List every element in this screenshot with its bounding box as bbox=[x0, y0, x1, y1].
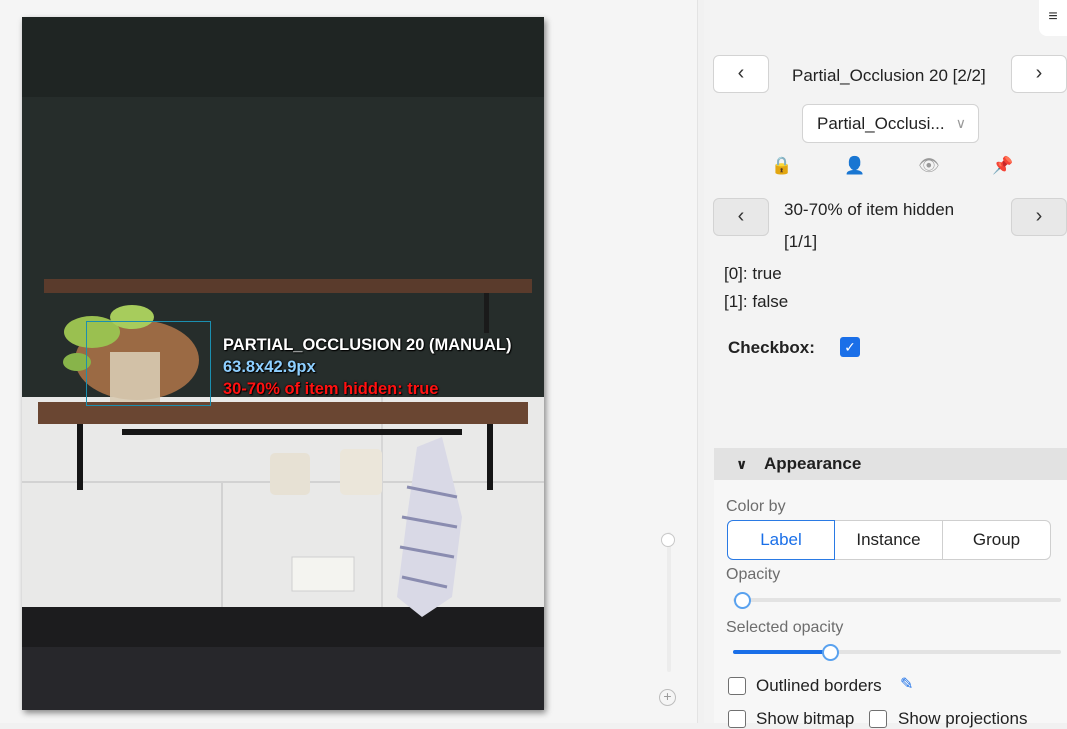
object-name: Partial_Occlusion 20 bbox=[792, 66, 948, 85]
color-by-label-button[interactable]: Label bbox=[727, 520, 835, 560]
pin-icon[interactable]: 📌 bbox=[992, 156, 1013, 176]
eye-icon[interactable]: 👁 bbox=[918, 156, 940, 176]
prev-attribute-button[interactable]: ‹ bbox=[713, 198, 769, 236]
bbox-label-title: PARTIAL_OCCLUSION 20 (MANUAL) bbox=[223, 336, 512, 354]
lock-icon[interactable]: 🔒 bbox=[771, 156, 792, 176]
attribute-value-0[interactable]: [0]: true bbox=[724, 264, 782, 284]
zoom-slider-track[interactable] bbox=[667, 532, 671, 672]
value-index: [1] bbox=[724, 292, 743, 311]
color-by-instance-button[interactable]: Instance bbox=[834, 520, 943, 560]
show-projections-label: Show projections bbox=[898, 709, 1028, 728]
zoom-in-icon[interactable]: + bbox=[659, 689, 676, 706]
show-bitmap-checkbox[interactable] bbox=[728, 710, 746, 728]
attribute-name: 30-70% of item hidden [1/1] bbox=[784, 194, 954, 258]
annotated-image[interactable]: PARTIAL_OCCLUSION 20 (MANUAL) 63.8x42.9p… bbox=[22, 17, 544, 710]
chevron-down-icon: ∨ bbox=[736, 456, 748, 472]
opacity-slider-handle[interactable] bbox=[734, 592, 751, 609]
value-text: : true bbox=[742, 264, 782, 283]
next-object-button[interactable]: › bbox=[1011, 55, 1067, 93]
label-select-value: Partial_Occlusi... bbox=[817, 114, 945, 133]
bounding-box[interactable] bbox=[86, 321, 211, 406]
opacity-label: Opacity bbox=[726, 566, 781, 583]
outlined-borders-label: Outlined borders bbox=[756, 676, 882, 695]
prev-object-button[interactable]: ‹ bbox=[713, 55, 769, 93]
selected-opacity-slider-fill bbox=[733, 650, 831, 654]
next-attribute-button[interactable]: › bbox=[1011, 198, 1067, 236]
bbox-label: PARTIAL_OCCLUSION 20 (MANUAL) 63.8x42.9p… bbox=[223, 334, 511, 400]
attribute-title: 30-70% of item hidden bbox=[784, 200, 955, 219]
label-select[interactable]: Partial_Occlusi... ∨ bbox=[802, 104, 979, 143]
object-sidebar: ≡ ‹ Partial_Occlusion 20 [2/2] › Partial… bbox=[704, 0, 1067, 728]
selected-opacity-slider-handle[interactable] bbox=[822, 644, 839, 661]
selected-opacity-label: Selected opacity bbox=[726, 619, 844, 636]
show-bitmap-label: Show bitmap bbox=[756, 709, 855, 728]
show-projections-checkbox[interactable] bbox=[869, 710, 887, 728]
chevron-down-icon: ∨ bbox=[955, 115, 966, 131]
color-by-label: Color by bbox=[726, 498, 786, 515]
color-by-group-button[interactable]: Group bbox=[942, 520, 1051, 560]
object-index: [2/2] bbox=[952, 66, 986, 85]
value-text: : false bbox=[742, 292, 789, 311]
color-picker-icon[interactable]: ✎ bbox=[900, 674, 913, 694]
attribute-index: [1/1] bbox=[784, 232, 818, 251]
value-index: [0] bbox=[724, 264, 743, 283]
appearance-header[interactable]: ∨ Appearance bbox=[714, 448, 1067, 480]
checkbox-label: Checkbox: bbox=[728, 338, 815, 357]
outlined-borders-checkbox[interactable] bbox=[728, 677, 746, 695]
opacity-slider-track[interactable] bbox=[733, 598, 1061, 602]
zoom-slider-handle[interactable] bbox=[661, 533, 675, 547]
attribute-value-1[interactable]: [1]: false bbox=[724, 292, 788, 312]
canvas-area[interactable]: PARTIAL_OCCLUSION 20 (MANUAL) 63.8x42.9p… bbox=[0, 0, 698, 723]
attribute-checkbox[interactable]: ✓ bbox=[840, 337, 860, 357]
bbox-label-size: 63.8x42.9px bbox=[223, 358, 316, 376]
menu-collapse-icon[interactable]: ≡ bbox=[1039, 0, 1067, 36]
user-icon[interactable]: 👤 bbox=[844, 156, 865, 176]
object-title: Partial_Occlusion 20 [2/2] bbox=[792, 66, 986, 86]
bbox-label-attribute: 30-70% of item hidden: true bbox=[223, 380, 439, 398]
appearance-title: Appearance bbox=[764, 454, 862, 473]
